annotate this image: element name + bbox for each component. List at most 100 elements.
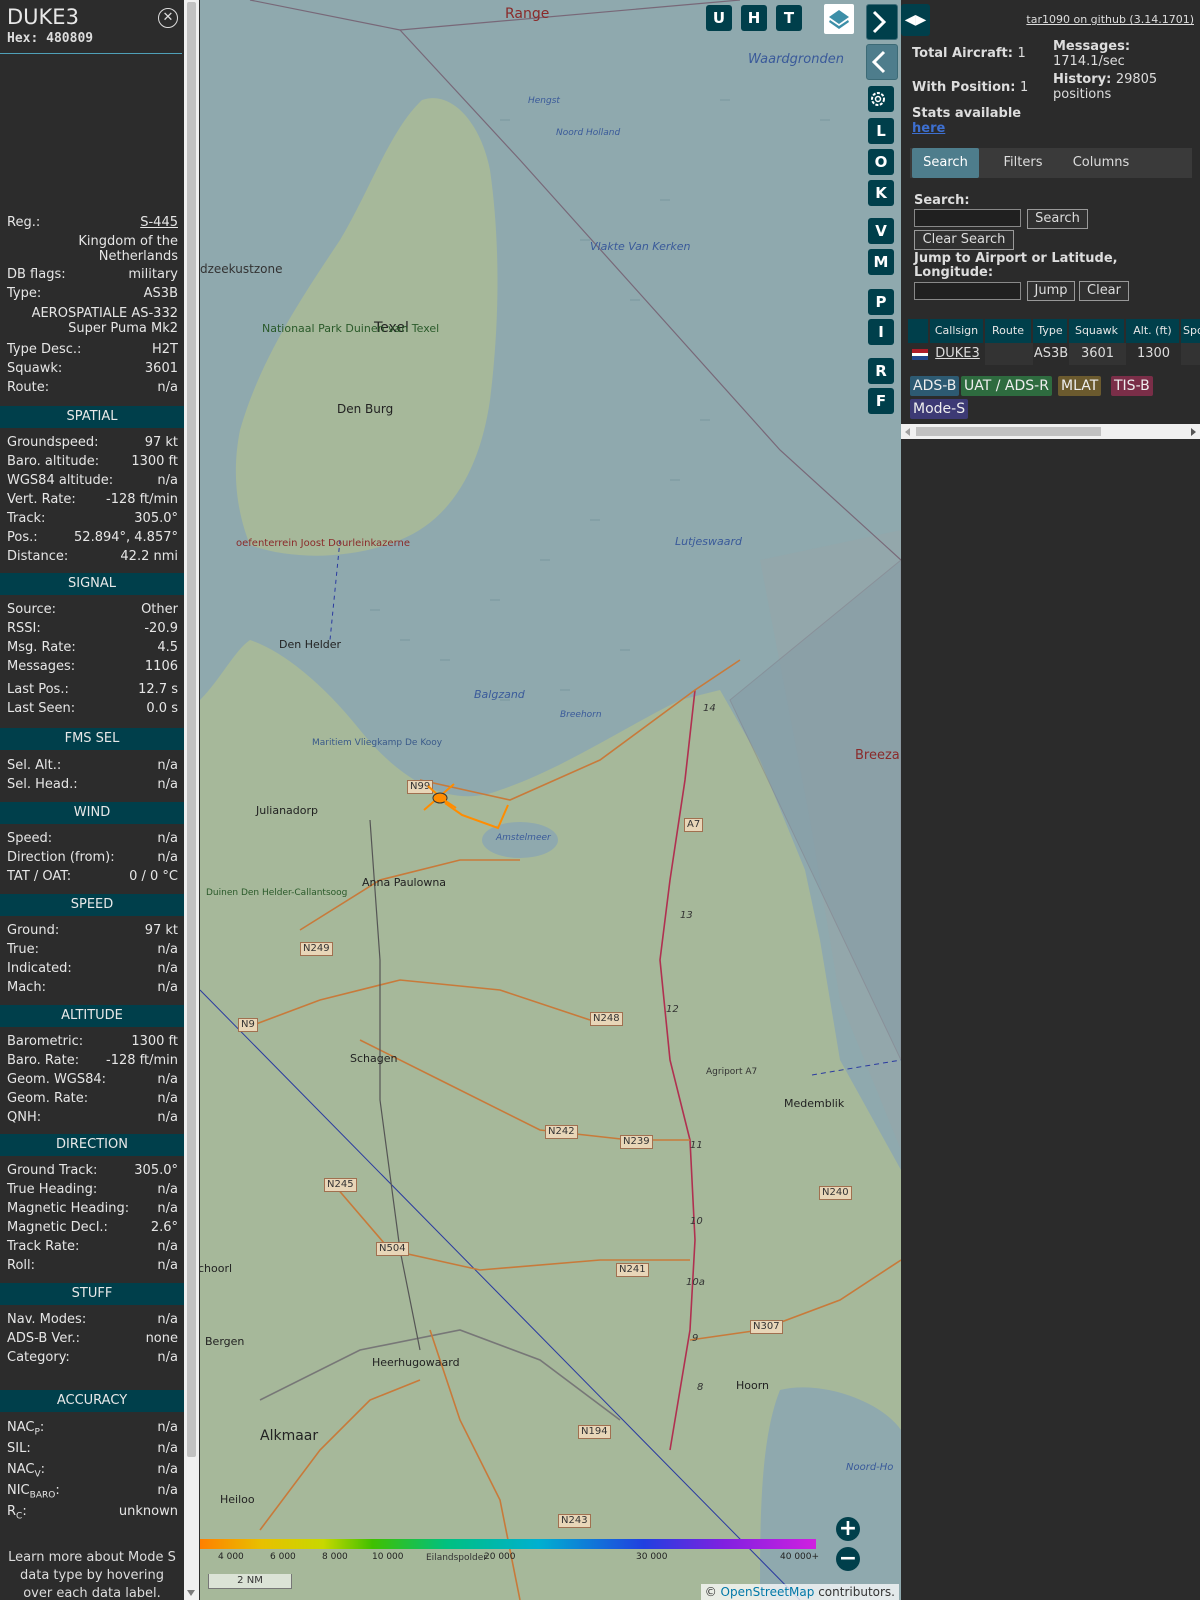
source-badge[interactable]: ADS-B xyxy=(910,376,960,396)
expand-collapse-icon[interactable]: ◀▶ xyxy=(901,4,930,36)
map-button-m[interactable]: M xyxy=(868,249,894,275)
direction-label[interactable]: Magnetic Heading: xyxy=(7,1199,129,1218)
table-row[interactable]: DUKE3 AS3B 3601 1300 xyxy=(908,343,1200,365)
altitude-label[interactable]: Baro. Rate: xyxy=(7,1051,79,1070)
signal-label[interactable]: Source: xyxy=(7,600,56,619)
accuracy-label[interactable]: SIL: xyxy=(7,1439,31,1458)
direction-row: Track Rate: n/a xyxy=(7,1237,178,1256)
direction-label[interactable]: Magnetic Decl.: xyxy=(7,1218,108,1237)
spatial-label[interactable]: Pos.: xyxy=(7,528,38,547)
altitude-label[interactable]: Geom. WGS84: xyxy=(7,1070,106,1089)
messages-rate: Messages: 1714.1/sec xyxy=(1053,39,1131,69)
stuff-label[interactable]: Nav. Modes: xyxy=(7,1310,86,1329)
search-input[interactable] xyxy=(914,209,1021,227)
source-badge[interactable]: Mode-S xyxy=(910,399,969,419)
info-panel-scrollbar[interactable] xyxy=(184,0,199,1600)
map-button-v[interactable]: V xyxy=(868,218,894,244)
map-button-k[interactable]: K xyxy=(868,180,894,206)
direction-label[interactable]: True Heading: xyxy=(7,1180,97,1199)
map-button-u[interactable]: U xyxy=(706,5,732,31)
fms-label[interactable]: Sel. Head.: xyxy=(7,775,78,794)
close-icon[interactable]: ✕ xyxy=(158,8,178,28)
speed-label[interactable]: Mach: xyxy=(7,978,46,997)
reg-link[interactable]: S-445 xyxy=(140,213,178,232)
stuff-value: n/a xyxy=(157,1312,178,1327)
chevron-left-icon[interactable] xyxy=(866,44,898,80)
speed-label[interactable]: Ground: xyxy=(7,921,59,940)
column-callsign[interactable]: Callsign xyxy=(930,319,985,343)
map-button-l[interactable]: L xyxy=(868,118,894,144)
spatial-label[interactable]: Track: xyxy=(7,509,45,528)
spatial-row: Groundspeed: 97 kt xyxy=(7,433,178,452)
column-squawk[interactable]: Squawk xyxy=(1069,319,1126,343)
wind-label[interactable]: Speed: xyxy=(7,829,52,848)
clear-search-button[interactable]: Clear Search xyxy=(914,230,1014,250)
spatial-label[interactable]: WGS84 altitude: xyxy=(7,471,113,490)
stuff-label[interactable]: ADS-B Ver.: xyxy=(7,1329,80,1348)
clear-button[interactable]: Clear xyxy=(1079,281,1129,301)
tab-filters[interactable]: Filters xyxy=(987,148,1059,178)
gear-icon[interactable] xyxy=(868,86,894,112)
fms-label[interactable]: Sel. Alt.: xyxy=(7,756,61,775)
signal-label[interactable]: Last Pos.: xyxy=(7,680,69,699)
aircraft-helicopter-icon[interactable] xyxy=(422,780,458,814)
source-badge[interactable]: MLAT xyxy=(1058,376,1102,396)
speed-label[interactable]: Indicated: xyxy=(7,959,72,978)
stuff-row: Nav. Modes: n/a xyxy=(7,1310,178,1329)
wind-label[interactable]: Direction (from): xyxy=(7,848,115,867)
direction-label[interactable]: Ground Track: xyxy=(7,1161,97,1180)
altitude-value: n/a xyxy=(157,1110,178,1125)
map-button-i[interactable]: I xyxy=(868,319,894,345)
chevron-right-icon[interactable] xyxy=(866,4,898,40)
spatial-label[interactable]: Baro. altitude: xyxy=(7,452,99,471)
road-label: N240 xyxy=(819,1186,852,1200)
source-badge[interactable]: UAT / ADS-R xyxy=(961,376,1052,396)
tab-columns[interactable]: Columns xyxy=(1060,148,1142,178)
signal-label[interactable]: Last Seen: xyxy=(7,699,75,718)
map-button-t[interactable]: T xyxy=(776,5,802,31)
row-callsign[interactable]: DUKE3 xyxy=(930,343,985,365)
stats-link[interactable]: here xyxy=(912,121,945,136)
jump-input[interactable] xyxy=(914,282,1021,300)
source-badge[interactable]: TIS-B xyxy=(1111,376,1153,396)
speed-label[interactable]: True: xyxy=(7,940,39,959)
jump-button[interactable]: Jump xyxy=(1027,281,1075,301)
altitude-label[interactable]: Barometric: xyxy=(7,1032,83,1051)
osm-link[interactable]: OpenStreetMap xyxy=(721,1585,815,1599)
column-type[interactable]: Type xyxy=(1033,319,1069,343)
altitude-value: n/a xyxy=(157,1072,178,1087)
map-button-h[interactable]: H xyxy=(741,5,767,31)
spatial-row: Vert. Rate: -128 ft/min xyxy=(7,490,178,509)
type-row: Type: AS3B xyxy=(7,286,178,301)
spatial-label[interactable]: Distance: xyxy=(7,547,68,566)
spatial-label[interactable]: Vert. Rate: xyxy=(7,490,76,509)
map-view[interactable]: Range Waardgronden Hengst Noord Holland Vlak… xyxy=(200,0,901,1600)
column-speed[interactable]: Spd. xyxy=(1181,319,1200,343)
accuracy-label[interactable]: RC: xyxy=(7,1502,27,1527)
github-link[interactable]: tar1090 on github (3.14.1701) xyxy=(1026,13,1194,26)
altitude-row: Barometric: 1300 ft xyxy=(7,1032,178,1051)
layers-icon[interactable] xyxy=(824,4,854,34)
signal-label[interactable]: Msg. Rate: xyxy=(7,638,76,657)
map-button-r[interactable]: R xyxy=(868,358,894,384)
column-altitude[interactable]: Alt. (ft) xyxy=(1126,319,1181,343)
search-button[interactable]: Search xyxy=(1027,209,1088,229)
altitude-label[interactable]: QNH: xyxy=(7,1108,41,1127)
stuff-label[interactable]: Category: xyxy=(7,1348,70,1367)
altitude-label[interactable]: Geom. Rate: xyxy=(7,1089,88,1108)
signal-label[interactable]: RSSI: xyxy=(7,619,41,638)
zoom-in-button[interactable]: + xyxy=(836,1517,860,1541)
direction-label[interactable]: Track Rate: xyxy=(7,1237,79,1256)
column-route[interactable]: Route xyxy=(985,319,1033,343)
map-button-o[interactable]: O xyxy=(868,149,894,175)
wind-label[interactable]: TAT / OAT: xyxy=(7,867,71,886)
table-horizontal-scrollbar[interactable] xyxy=(901,424,1200,439)
direction-label[interactable]: Roll: xyxy=(7,1256,35,1275)
map-button-f[interactable]: F xyxy=(868,388,894,414)
map-canvas[interactable] xyxy=(200,0,901,1600)
tab-search[interactable]: Search xyxy=(912,148,979,178)
signal-label[interactable]: Messages: xyxy=(7,657,75,676)
spatial-label[interactable]: Groundspeed: xyxy=(7,433,98,452)
map-button-p[interactable]: P xyxy=(868,289,894,315)
zoom-out-button[interactable]: − xyxy=(836,1547,860,1571)
